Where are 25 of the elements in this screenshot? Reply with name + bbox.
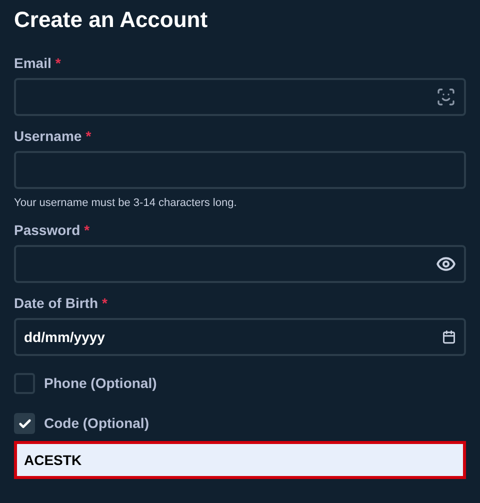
eye-icon[interactable] (436, 254, 456, 274)
calendar-icon[interactable] (442, 330, 456, 344)
checkbox-label: Code (Optional) (44, 414, 149, 433)
input-field[interactable] (14, 151, 466, 189)
checkbox-label: Phone (Optional) (44, 374, 157, 393)
required-mark: * (55, 54, 61, 72)
field-label: Password (14, 221, 80, 239)
required-mark: * (102, 294, 108, 312)
hint-text: Your username must be 3-14 characters long. (14, 196, 238, 210)
code-value: ACESTK (24, 450, 82, 470)
check-icon (18, 416, 32, 430)
field-label: Date of Birth (14, 294, 98, 312)
code-field[interactable]: ACESTK (14, 441, 466, 479)
date-value: dd/mm/yyyy (24, 328, 106, 347)
required-mark: * (86, 127, 92, 145)
checkbox[interactable] (14, 413, 35, 434)
field-label: Username (14, 127, 82, 145)
password-field[interactable] (14, 245, 466, 283)
field-label: Email (14, 54, 52, 72)
person-scan-icon[interactable] (436, 87, 456, 107)
input-field[interactable] (14, 78, 466, 116)
required-mark: * (84, 221, 90, 239)
page-title: Create an Account (14, 6, 209, 34)
checkbox[interactable] (14, 373, 35, 394)
date-field[interactable]: dd/mm/yyyy (14, 318, 466, 356)
